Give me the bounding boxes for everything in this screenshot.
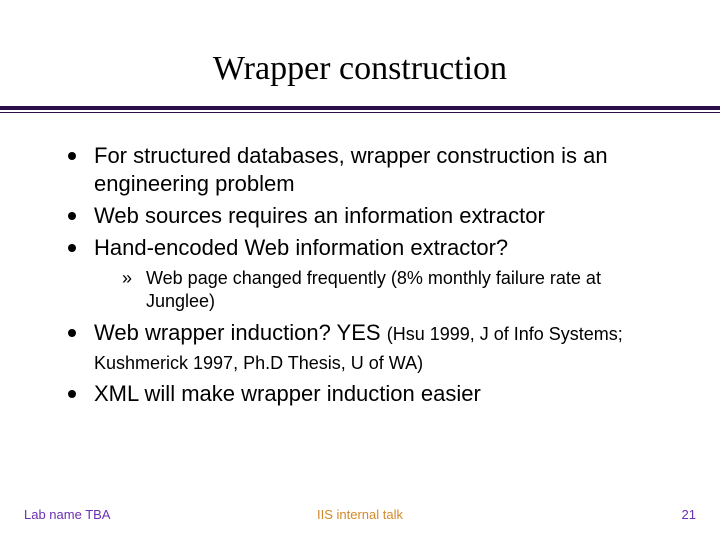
title-divider — [0, 106, 720, 114]
sub-bullet-text: Web page changed frequently (8% monthly … — [146, 268, 601, 311]
sub-bullet-list: Web page changed frequently (8% monthly … — [94, 267, 670, 314]
footer-center: IIS internal talk — [317, 507, 403, 522]
bullet-list: For structured databases, wrapper constr… — [68, 142, 670, 408]
bullet-item: Web sources requires an information extr… — [68, 202, 670, 230]
bullet-text: XML will make wrapper induction easier — [94, 381, 481, 406]
bullet-item: XML will make wrapper induction easier — [68, 380, 670, 408]
divider-thin — [0, 112, 720, 113]
bullet-text: Web wrapper induction? YES — [94, 320, 387, 345]
slide-title: Wrapper construction — [0, 0, 720, 106]
bullet-text: Web sources requires an information extr… — [94, 203, 545, 228]
divider-thick — [0, 106, 720, 110]
slide-footer: Lab name TBA IIS internal talk 21 — [0, 507, 720, 522]
content-area: For structured databases, wrapper constr… — [0, 114, 720, 408]
footer-page-number: 21 — [682, 507, 696, 522]
bullet-item: Web wrapper induction? YES (Hsu 1999, J … — [68, 319, 670, 375]
footer-left: Lab name TBA — [24, 507, 110, 522]
bullet-text: Hand-encoded Web information extractor? — [94, 235, 508, 260]
sub-bullet-item: Web page changed frequently (8% monthly … — [98, 267, 670, 314]
bullet-text: For structured databases, wrapper constr… — [94, 143, 608, 196]
slide: Wrapper construction For structured data… — [0, 0, 720, 540]
bullet-item: For structured databases, wrapper constr… — [68, 142, 670, 198]
bullet-item: Hand-encoded Web information extractor? … — [68, 234, 670, 313]
